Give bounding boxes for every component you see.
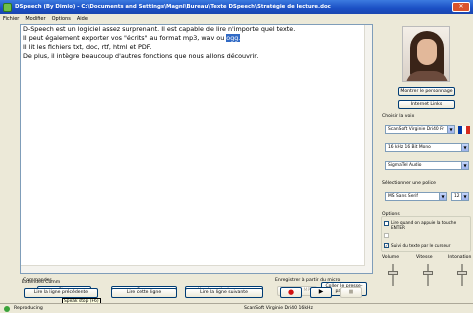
app-window: DSpeech (By Dimio) - C:\Documents and Se… (0, 0, 473, 313)
audio-output-value: SigmaTel Audio (388, 163, 422, 168)
intonation-slider-track[interactable] (461, 264, 463, 286)
intonation-slider-thumb[interactable] (457, 271, 467, 275)
character-portrait (402, 26, 450, 82)
editor-line: Il peut également exporter vos "écrits" … (21, 34, 372, 43)
font-value: MS Sans Serif (388, 194, 418, 199)
app-icon (3, 2, 12, 12)
portrait-face (417, 39, 437, 65)
text-editor[interactable]: D-Speech est un logiciel assez surprenan… (20, 24, 373, 274)
menu-fichier[interactable]: Fichier (3, 16, 19, 22)
read-next-line-button[interactable]: Lire la ligne suivante (185, 288, 263, 298)
editor-line: D-Speech est un logiciel assez surprenan… (23, 25, 296, 33)
font-size-select[interactable]: 12 ▼ (451, 192, 469, 201)
chevron-down-icon: ▼ (447, 126, 454, 133)
intonation-label: Intonation (448, 255, 472, 260)
editor-line-text: Il peut également exporter vos "écrits" … (23, 34, 227, 42)
close-icon[interactable]: ✕ (452, 2, 470, 12)
voice-select[interactable]: ScanSoft Virginie Dri40 Fr ▼ (385, 125, 455, 134)
editor-line: De plus, il intègre beaucoup d'autres fo… (23, 52, 259, 60)
horizontal-scrollbar[interactable] (21, 265, 365, 273)
record-button[interactable]: ● (280, 287, 302, 298)
menu-options[interactable]: Options (52, 16, 71, 22)
audio-output-select[interactable]: SigmaTel Audio ▼ (385, 161, 469, 170)
choose-voice-label: Choisir la voix (382, 114, 415, 119)
speed-label: Vitesse (416, 255, 433, 260)
speed-slider-thumb[interactable] (423, 271, 433, 275)
play-button[interactable]: ▶ (310, 287, 332, 298)
internet-links-button[interactable]: Internet Links (398, 100, 455, 109)
stop-record-button: ■ (340, 287, 362, 298)
status-bar: Reproducing ScanSoft Virginie Dri40 16kH… (0, 303, 473, 313)
font-size-value: 12 (454, 194, 460, 199)
selected-text: ogg. (226, 34, 241, 42)
cursor-follow-option-label: Suivi du texte par le curseur (391, 243, 451, 248)
status-icon (4, 305, 10, 312)
speed-slider-track[interactable] (427, 264, 429, 286)
disabled-option-checkbox (384, 233, 389, 238)
audio-format-select[interactable]: 16 kHz 16 Bit Mono ▼ (385, 143, 469, 152)
volume-slider-track[interactable] (392, 264, 394, 286)
read-this-line-button[interactable]: Lire cette ligne (111, 288, 177, 298)
read-previous-line-button[interactable]: Lire la ligne précédente (24, 288, 98, 298)
cursor-follow-checkbox[interactable]: ✓ (384, 243, 389, 248)
font-select[interactable]: MS Sans Serif ▼ (385, 192, 447, 201)
extended-commands-label: Extended Comm (22, 280, 61, 285)
volume-slider-thumb[interactable] (388, 271, 398, 275)
right-panel: Montrer le personnage Internet Links Cho… (378, 24, 473, 279)
enter-key-checkbox[interactable] (384, 221, 389, 226)
status-state: Reproducing (14, 306, 43, 311)
menu-aide[interactable]: Aide (77, 16, 88, 22)
record-label: Enregistrer à partir du micro (275, 278, 341, 283)
status-voice: ScanSoft Virginie Dri40 16kHz (244, 306, 313, 311)
chevron-down-icon: ▼ (461, 193, 468, 200)
enter-key-option-label: Lire quand on appuie la touche ENTER (391, 220, 457, 230)
title-bar: DSpeech (By Dimio) - C:\Documents and Se… (0, 0, 473, 14)
portrait-shoulders (406, 71, 448, 81)
font-label: Sélectionner une police (382, 181, 436, 186)
menu-modifier[interactable]: Modifier (25, 16, 45, 22)
french-flag-icon (458, 126, 470, 134)
volume-label: Volume (382, 255, 400, 260)
window-title: DSpeech (By Dimio) - C:\Documents and Se… (15, 4, 331, 10)
chevron-down-icon: ▼ (461, 144, 468, 151)
chevron-down-icon: ▼ (439, 193, 446, 200)
chevron-down-icon: ▼ (461, 162, 468, 169)
left-margin (0, 24, 19, 274)
show-character-button[interactable]: Montrer le personnage (398, 87, 455, 96)
editor-line: Il lit les fichiers txt, doc, rtf, html … (23, 43, 152, 51)
menu-bar: Fichier Modifier Options Aide (0, 14, 473, 23)
audio-format-value: 16 kHz 16 Bit Mono (388, 145, 431, 150)
voice-value: ScanSoft Virginie Dri40 Fr (388, 127, 445, 132)
vertical-scrollbar[interactable] (364, 25, 372, 273)
